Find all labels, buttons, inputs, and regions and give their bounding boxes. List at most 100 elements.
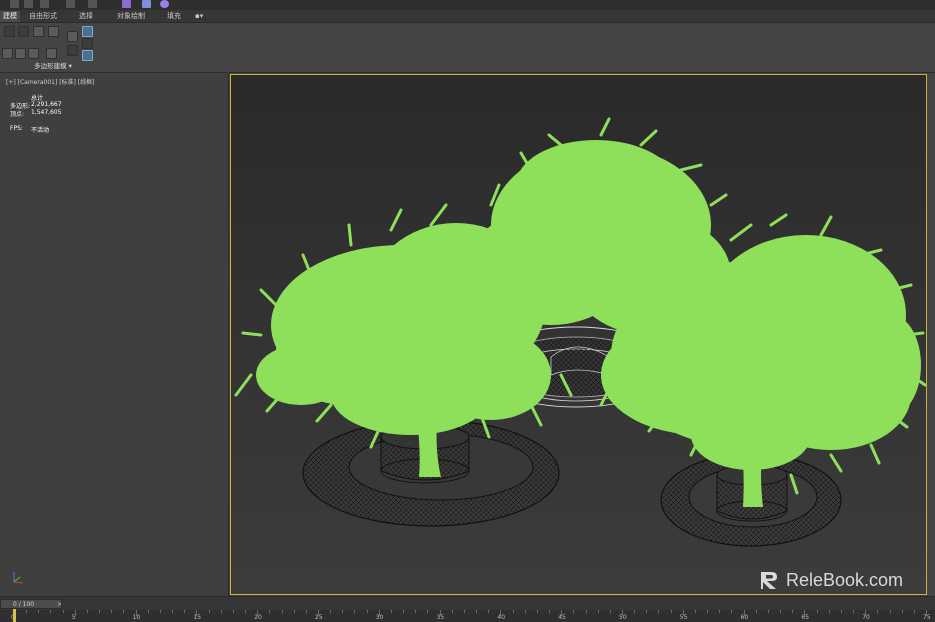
timeline-tick-label: 70 bbox=[862, 614, 870, 621]
ribbon-tool-button[interactable] bbox=[15, 48, 26, 59]
timeline-tick bbox=[524, 610, 526, 613]
timeline-tick bbox=[488, 610, 490, 613]
timeline-playhead[interactable] bbox=[13, 609, 16, 622]
timeline-tick bbox=[816, 610, 818, 613]
timeline-tick bbox=[38, 610, 40, 613]
ribbon-tool-button[interactable] bbox=[4, 26, 15, 37]
timeline-tick bbox=[597, 610, 599, 613]
ribbon-panel: 多边形建模 ▾ bbox=[0, 23, 935, 73]
render-frame-icon[interactable] bbox=[142, 0, 151, 8]
timeline-tick bbox=[342, 610, 344, 613]
timeline-tick bbox=[634, 610, 636, 613]
ribbon-tool-button[interactable] bbox=[18, 26, 29, 37]
timeline-tick bbox=[694, 610, 696, 613]
viewport-label[interactable]: [+] [Camera001] [标准] [线框] bbox=[6, 77, 94, 86]
timeline-tick bbox=[451, 610, 453, 613]
ribbon-tool-button[interactable] bbox=[2, 48, 13, 59]
timeline-tick-label: 25 bbox=[315, 614, 323, 621]
tree-canopy bbox=[256, 140, 921, 470]
tab-selection[interactable]: 选择 bbox=[76, 11, 96, 22]
toolbar-icon[interactable] bbox=[88, 0, 97, 8]
timeline-tick-label: 35 bbox=[436, 614, 445, 621]
timeline-tick bbox=[208, 610, 210, 613]
ribbon-tool-button[interactable] bbox=[82, 26, 93, 37]
watermark-text: ReleBook.com bbox=[786, 570, 903, 591]
timeline-tick bbox=[707, 610, 709, 613]
watermark: ReleBook.com bbox=[758, 568, 903, 592]
ribbon-tool-button[interactable] bbox=[67, 45, 78, 56]
time-slider-label: 0 / 100 bbox=[13, 601, 35, 608]
watermark-suffix: .com bbox=[864, 569, 904, 590]
ribbon-tool-button[interactable] bbox=[67, 31, 78, 42]
timeline-tick bbox=[853, 610, 855, 613]
timeline-tick bbox=[366, 610, 368, 613]
timeline-tick bbox=[889, 610, 891, 613]
ribbon-tool-button[interactable] bbox=[28, 48, 39, 59]
timeline-tick bbox=[719, 610, 721, 613]
main-toolbar bbox=[0, 0, 935, 10]
timeline-tick bbox=[780, 610, 782, 613]
toolbar-icon[interactable] bbox=[10, 0, 19, 8]
timeline-tick-label: 75 bbox=[923, 614, 931, 621]
timeline-tick bbox=[731, 610, 733, 613]
timeline-tick bbox=[281, 610, 283, 613]
stats-verts-label: 顶点: bbox=[10, 111, 25, 118]
ribbon-tool-button[interactable] bbox=[82, 50, 93, 61]
timeline-tick-label: 30 bbox=[375, 614, 384, 621]
toolbar-icon[interactable] bbox=[40, 0, 49, 8]
timeline-tick bbox=[427, 610, 429, 613]
time-slider-next-button[interactable]: > bbox=[57, 600, 62, 609]
timeline-tick-label: 60 bbox=[740, 614, 749, 621]
timeline-tick bbox=[354, 610, 356, 613]
timeline-tick bbox=[913, 610, 915, 613]
timeline-tick-label: 10 bbox=[132, 614, 141, 621]
timeline-tick bbox=[658, 610, 660, 613]
timeline-tick bbox=[111, 610, 113, 613]
render-setup-icon[interactable] bbox=[122, 0, 131, 8]
timeline-track[interactable]: 051015202530354045505560657075 bbox=[0, 610, 935, 622]
timeline-tick bbox=[646, 610, 648, 613]
ribbon-tool-button[interactable] bbox=[33, 26, 44, 37]
timeline-tick bbox=[828, 610, 830, 613]
tab-object-paint[interactable]: 对象绘制 bbox=[114, 11, 148, 22]
toolbar-icon[interactable] bbox=[24, 0, 33, 8]
timeline-tick bbox=[901, 610, 903, 613]
timeline-tick bbox=[670, 610, 672, 613]
timeline-tick bbox=[147, 610, 149, 613]
time-slider[interactable]: 0 / 100 > bbox=[0, 599, 62, 609]
timeline-tick bbox=[755, 610, 757, 613]
timeline-tick bbox=[512, 610, 514, 613]
ribbon-options-icon[interactable]: ▪▾ bbox=[192, 11, 206, 22]
render-icon[interactable] bbox=[160, 0, 169, 8]
timeline-tick-label: 45 bbox=[558, 614, 566, 621]
timeline-tick bbox=[172, 610, 174, 613]
timeline-tick bbox=[269, 610, 271, 613]
timeline-tick-label: 65 bbox=[801, 614, 810, 621]
fps-value: 不活动 bbox=[31, 127, 50, 134]
timeline-tick-label: 20 bbox=[254, 614, 262, 621]
timeline: 0 / 100 > 051015202530354045505560657075 bbox=[0, 596, 935, 622]
ribbon-tool-button[interactable] bbox=[46, 48, 57, 59]
timeline-tick bbox=[573, 610, 575, 613]
timeline-tick bbox=[549, 610, 551, 613]
timeline-tick bbox=[767, 610, 769, 613]
timeline-tick bbox=[463, 610, 465, 613]
stats-verts-value: 1,547,605 bbox=[31, 109, 62, 116]
timeline-tick-label: 15 bbox=[193, 614, 202, 621]
polygon-modeling-dropdown[interactable]: 多边形建模 ▾ bbox=[10, 61, 96, 71]
ribbon-tool-button[interactable] bbox=[82, 38, 93, 49]
toolbar-icon[interactable] bbox=[66, 0, 75, 8]
timeline-tick bbox=[476, 610, 478, 613]
ribbon-tabs: 建模 自由形式 选择 对象绘制 填充 ▪▾ bbox=[0, 10, 935, 23]
timeline-tick-label: 55 bbox=[679, 614, 688, 621]
tab-modeling[interactable]: 建模 bbox=[0, 11, 20, 22]
stats-polys-value: 2,291,667 bbox=[31, 101, 62, 108]
timeline-tick bbox=[26, 610, 28, 613]
relebook-logo-icon bbox=[761, 572, 777, 589]
ribbon-tool-button[interactable] bbox=[48, 26, 59, 37]
tab-populate[interactable]: 填充 bbox=[164, 11, 184, 22]
camera-viewport[interactable] bbox=[230, 74, 927, 595]
timeline-tick bbox=[585, 610, 587, 613]
timeline-tick bbox=[415, 610, 417, 613]
tab-freeform[interactable]: 自由形式 bbox=[26, 11, 60, 22]
